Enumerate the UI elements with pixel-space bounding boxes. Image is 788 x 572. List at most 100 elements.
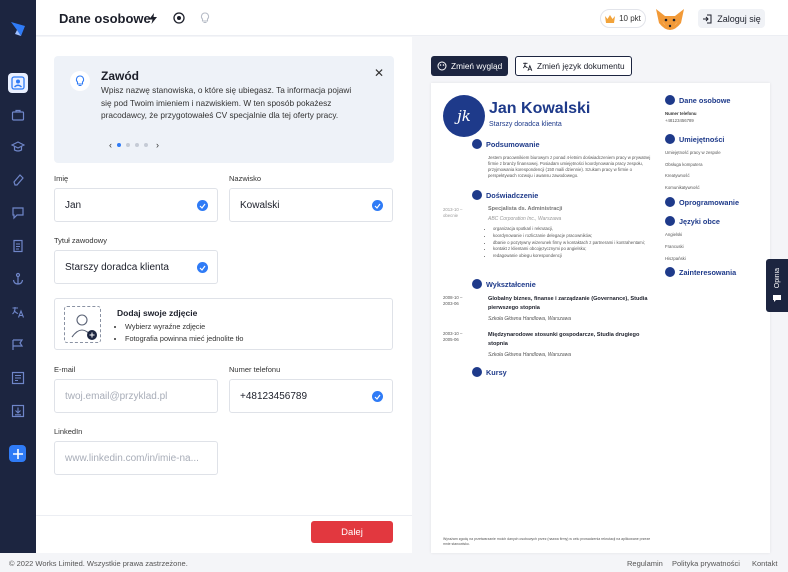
cv-exp-date: 2013-10 – obecnie xyxy=(443,207,463,218)
cv-edu-date: 2008-10 – 2003-06 xyxy=(443,295,463,306)
first-name-value: Jan xyxy=(65,199,82,211)
cv-exp-role: Specjalista ds. Administracji xyxy=(488,206,563,212)
layout-icon xyxy=(11,371,25,385)
check-icon xyxy=(372,391,383,402)
cv-edu-degree: Globalny biznes, finanse i zarządzanie (… xyxy=(488,296,648,311)
rail-download-button[interactable] xyxy=(8,401,28,421)
cv-skills-title: Umiejętności xyxy=(679,134,725,144)
cv-edu-school: Szkoła Główna Handlowa, Warszawa xyxy=(488,316,572,322)
rail-layout-button[interactable] xyxy=(8,368,28,388)
rail-certificates-button[interactable] xyxy=(8,335,28,355)
carousel-dot[interactable] xyxy=(135,143,139,147)
cv-software-title: Oprogramowanie xyxy=(679,197,740,207)
cv-consent-footnote: Wyrażam zgodę na przetwarzanie moich dan… xyxy=(443,537,651,546)
section-icon xyxy=(472,190,482,200)
cv-education-title: Wykształcenie xyxy=(486,279,536,289)
cv-skill: Obsługa komputera xyxy=(665,162,703,167)
cv-summary-title: Podsumowanie xyxy=(486,139,540,149)
change-layout-label: Zmień wygląd xyxy=(451,61,503,71)
cv-languages-title: Języki obce xyxy=(679,216,720,226)
feedback-tab[interactable]: Opinia xyxy=(766,259,788,312)
graduation-icon xyxy=(11,141,25,152)
tip-close-icon[interactable]: ✕ xyxy=(374,66,384,80)
section-icon xyxy=(665,134,675,144)
change-language-label: Zmień język dokumentu xyxy=(537,61,625,71)
chat-icon xyxy=(12,207,24,220)
phone-input[interactable]: +48123456789 xyxy=(229,379,393,413)
fox-mascot-icon[interactable] xyxy=(654,7,686,35)
rail-education-button[interactable] xyxy=(8,137,28,157)
cv-interests-heading: Zainteresowania xyxy=(665,267,736,277)
rail-personal-data-button[interactable] xyxy=(8,73,28,93)
carousel-dot[interactable] xyxy=(126,143,130,147)
tip-title: Zawód xyxy=(101,69,139,83)
last-name-value: Kowalski xyxy=(240,199,280,211)
photo-placeholder-icon[interactable] xyxy=(64,306,101,343)
cv-exp-point: koordynowanie i rozliczanie delegacje pr… xyxy=(493,233,658,240)
change-layout-button[interactable]: Zmień wygląd xyxy=(431,56,509,76)
cv-edu-school: Szkoła Główna Handlowa, Warszawa xyxy=(488,352,572,358)
cv-summary-heading: Podsumowanie xyxy=(472,139,540,149)
email-input[interactable]: twoj.email@przyklad.pl xyxy=(54,379,218,413)
app-logo-icon[interactable] xyxy=(9,20,27,38)
photo-tip: Wybierz wyraźne zdjęcie xyxy=(125,321,243,333)
photo-tips: Wybierz wyraźne zdjęcie Fotografia powin… xyxy=(125,321,243,345)
last-name-label: Nazwisko xyxy=(229,174,262,183)
footer-link-privacy[interactable]: Polityka prywatności xyxy=(672,559,740,568)
job-title-value: Starszy doradca klienta xyxy=(65,261,169,273)
cv-exp-points: organizacja spotkań i rekrutacji, koordy… xyxy=(493,226,658,260)
carousel-dot[interactable] xyxy=(117,143,121,147)
job-title-input[interactable]: Starszy doradca klienta xyxy=(54,250,218,284)
rail-anchor-button[interactable] xyxy=(8,269,28,289)
rail-languages-button[interactable] xyxy=(8,302,28,322)
tip-card: Zawód Wpisz nazwę stanowiska, o które si… xyxy=(54,56,394,163)
cv-edu-date: 2003-10 – 2005-06 xyxy=(443,331,463,342)
page-title: Dane osobowe xyxy=(59,11,151,26)
section-icon xyxy=(665,197,675,207)
cv-skill: Komunikatywność xyxy=(665,185,700,190)
last-name-input[interactable]: Kowalski xyxy=(229,188,393,222)
email-placeholder: twoj.email@przyklad.pl xyxy=(65,390,168,402)
footer-link-contact[interactable]: Kontakt xyxy=(752,559,777,568)
cv-languages-heading: Języki obce xyxy=(665,216,720,226)
anchor-icon xyxy=(12,272,24,285)
pen-icon xyxy=(13,174,24,186)
section-icon xyxy=(665,216,675,226)
tip-prev-button[interactable]: ‹ xyxy=(109,140,112,150)
rail-add-section-button[interactable] xyxy=(9,445,26,462)
linkedin-placeholder: www.linkedin.com/in/imie-na... xyxy=(65,452,199,464)
section-icon xyxy=(472,279,482,289)
section-icon xyxy=(472,139,482,149)
footer-link-terms[interactable]: Regulamin xyxy=(627,559,663,568)
lightning-icon[interactable] xyxy=(145,10,161,26)
cv-skills-heading: Umiejętności xyxy=(665,134,724,144)
points-badge[interactable]: 10 pkt xyxy=(600,9,646,28)
photo-upload-card[interactable]: Dodaj swoje zdjęcie Wybierz wyraźne zdję… xyxy=(54,298,393,350)
rail-skills-button[interactable] xyxy=(8,170,28,190)
first-name-input[interactable]: Jan xyxy=(54,188,218,222)
cv-summary-text: Jestem pracownikiem biurowym z ponad 4-l… xyxy=(488,155,651,178)
sidebar-rail xyxy=(0,0,36,553)
rail-experience-button[interactable] xyxy=(8,105,28,125)
tip-next-button[interactable]: › xyxy=(156,140,159,150)
next-button[interactable]: Dalej xyxy=(311,521,393,543)
cv-experience-heading: Doświadczenie xyxy=(472,190,538,200)
copyright-text: © 2022 Works Limited. Wszystkie prawa za… xyxy=(9,559,188,568)
top-bar: Dane osobowe 10 pkt Zaloguj się xyxy=(36,0,788,36)
photo-tip: Fotografia powinna mieć jednolite tło xyxy=(125,333,243,345)
login-button[interactable]: Zaloguj się xyxy=(698,9,765,28)
lightbulb-icon[interactable] xyxy=(197,10,213,26)
cv-software-heading: Oprogramowanie xyxy=(665,197,739,207)
cv-job-title: Starszy doradca klienta xyxy=(489,121,562,128)
photo-title: Dodaj swoje zdjęcie xyxy=(117,308,198,318)
cv-name: Jan Kowalski xyxy=(489,100,591,117)
cv-edu-degree: Międzynarodowe stosunki gospodarcze, Stu… xyxy=(488,332,640,347)
rail-document-button[interactable] xyxy=(8,236,28,256)
carousel-dot[interactable] xyxy=(144,143,148,147)
cv-skill: Kreatywność xyxy=(665,173,690,178)
change-language-button[interactable]: Zmień język dokumentu xyxy=(515,56,632,76)
translate-icon xyxy=(12,307,25,318)
rail-summary-button[interactable] xyxy=(8,203,28,223)
linkedin-input[interactable]: www.linkedin.com/in/imie-na... xyxy=(54,441,218,475)
target-icon[interactable] xyxy=(171,10,187,26)
